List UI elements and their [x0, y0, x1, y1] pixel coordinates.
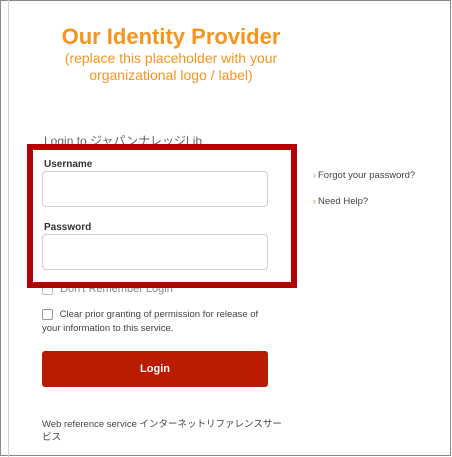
dont-remember-label: Don't Remember Login	[60, 283, 173, 295]
caret-right-icon: ›	[313, 196, 316, 206]
password-input[interactable]	[42, 234, 268, 270]
clear-consent-checkbox[interactable]	[42, 308, 53, 320]
dont-remember-checkbox[interactable]	[42, 283, 53, 295]
password-label: Password	[44, 222, 92, 233]
logo-placeholder: Our Identity Provider (replace this plac…	[36, 24, 306, 84]
forgot-password-label: Forgot your password?	[318, 170, 416, 181]
help-links: › Forgot your password? › Need Help?	[313, 170, 415, 222]
service-description: Web reference service インターネットリファレンスサービス	[42, 419, 282, 443]
left-border-line	[8, 0, 9, 457]
logo-title: Our Identity Provider	[61, 24, 281, 49]
logo-subtitle-line1: (replace this placeholder with your	[64, 50, 278, 66]
need-help-label: Need Help?	[318, 196, 369, 207]
logo-subtitle-line2: organizational logo / label)	[89, 67, 253, 83]
clear-consent-row[interactable]: Clear prior granting of permission for r…	[42, 308, 272, 336]
dont-remember-checkbox-row[interactable]: Don't Remember Login	[42, 283, 173, 295]
username-label: Username	[44, 159, 93, 170]
need-help-link[interactable]: › Need Help?	[313, 196, 415, 207]
login-button[interactable]: Login	[42, 351, 268, 387]
username-input[interactable]	[42, 171, 268, 207]
caret-right-icon: ›	[313, 170, 316, 180]
clear-consent-label: Clear prior granting of permission for r…	[42, 309, 259, 334]
login-to-text: Login to ジャパンナレッジLib	[44, 134, 203, 148]
forgot-password-link[interactable]: › Forgot your password?	[313, 170, 415, 181]
